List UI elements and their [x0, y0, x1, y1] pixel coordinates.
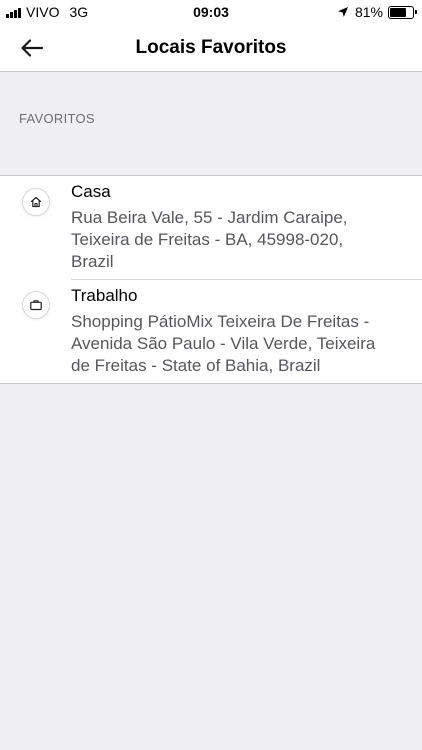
status-bar: VIVO 3G 09:03 81%: [0, 0, 422, 24]
battery-icon: [388, 5, 417, 19]
favorite-item-content: Trabalho Shopping PátioMix Teixeira De F…: [71, 279, 422, 383]
battery-nub: [415, 10, 417, 14]
battery-level-fill: [390, 7, 406, 17]
favorite-item-trabalho[interactable]: Trabalho Shopping PátioMix Teixeira De F…: [0, 279, 422, 383]
location-arrow-icon: [337, 7, 348, 17]
navigation-bar: Locais Favoritos: [0, 24, 422, 72]
address-line: Teixeira de Freitas - BA, 45998-020,: [71, 230, 344, 249]
address-line: Shopping PátioMix Teixeira De Freitas -: [71, 312, 370, 331]
address-line: de Freitas - State of Bahia, Brazil: [71, 356, 321, 375]
briefcase-icon: [22, 291, 50, 319]
favorite-address: Shopping PátioMix Teixeira De Freitas - …: [71, 311, 408, 377]
address-line: Avenida São Paulo - Vila Verde, Teixeira: [71, 334, 376, 353]
section-header-favoritos: FAVORITOS: [19, 111, 95, 126]
address-line: Rua Beira Vale, 55 - Jardim Caraipe,: [71, 208, 348, 227]
home-icon: [22, 188, 50, 216]
favorites-list: Casa Rua Beira Vale, 55 - Jardim Caraipe…: [0, 175, 422, 384]
favorite-item-casa[interactable]: Casa Rua Beira Vale, 55 - Jardim Caraipe…: [0, 176, 422, 279]
favorite-title: Casa: [71, 182, 111, 201]
battery-percent: 81%: [354, 4, 383, 20]
address-line: Brazil: [71, 252, 114, 271]
favorite-title: Trabalho: [71, 286, 138, 305]
favorite-address: Rua Beira Vale, 55 - Jardim Caraipe, Tei…: [71, 207, 408, 273]
favorite-item-content: Casa Rua Beira Vale, 55 - Jardim Caraipe…: [71, 176, 422, 279]
page-title: Locais Favoritos: [135, 37, 287, 58]
status-bar-right: 81%: [337, 4, 417, 20]
